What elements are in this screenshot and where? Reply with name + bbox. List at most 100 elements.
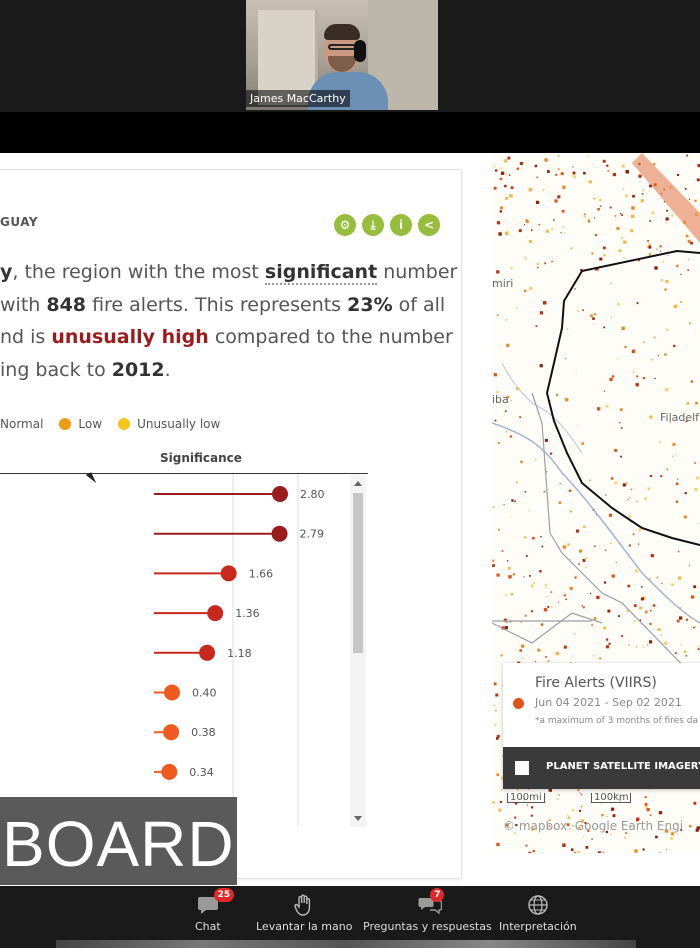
fire-alert-point (664, 353, 667, 356)
chart-scrollbar[interactable] (350, 475, 366, 827)
fire-alert-point (506, 343, 510, 347)
fire-alert-point (607, 248, 609, 250)
fire-alert-point (561, 209, 565, 213)
fire-alert-point (505, 231, 509, 235)
fire-alert-point (498, 808, 502, 812)
fire-alert-point (632, 371, 635, 373)
raise-hand-button[interactable]: Levantar la mano (256, 886, 352, 948)
fire-alert-point (544, 262, 547, 265)
fire-alert-point (585, 566, 587, 568)
fire-alert-point (662, 260, 665, 263)
fire-alert-point (538, 223, 541, 226)
lollipop-point[interactable] (163, 724, 180, 741)
fire-alert-point (622, 483, 626, 487)
lollipop-point[interactable] (161, 763, 178, 780)
map-place-label: Filadelf (660, 411, 700, 424)
fire-alert-point (695, 401, 698, 405)
fire-alert-point (635, 646, 637, 648)
fire-alert-point (516, 167, 520, 170)
fire-alert-point (618, 615, 620, 618)
shared-screen: GUAY ⚙ ⤓ i < y, the region with the most… (0, 153, 700, 886)
scroll-thumb[interactable] (353, 493, 363, 653)
board-overlay: BOARD (0, 797, 237, 885)
fire-alert-point (532, 849, 535, 853)
lollipop-point[interactable] (272, 486, 288, 502)
fire-alert-point (649, 640, 653, 644)
fire-alert-point (550, 452, 553, 455)
planet-imagery-toggle[interactable]: PLANET SATELLITE IMAGERY (T (503, 747, 700, 789)
interpretation-button[interactable]: Interpretación (499, 886, 577, 948)
fire-alert-point (495, 710, 497, 712)
fire-alert-point (564, 232, 566, 234)
fire-alert-point (550, 591, 553, 593)
fire-alert-point (495, 737, 499, 740)
fire-alert-point (661, 582, 663, 585)
fire-alert-point (545, 586, 547, 588)
planet-checkbox[interactable] (515, 761, 529, 775)
fire-alert-point (617, 303, 620, 306)
lollipop-point[interactable] (220, 565, 237, 582)
fire-alert-point (555, 173, 558, 176)
fire-alert-point (646, 807, 650, 812)
fire-alert-point (571, 809, 575, 812)
lollipop-point[interactable] (207, 605, 224, 622)
fire-alert-point (622, 188, 625, 190)
fire-alert-point (524, 536, 527, 539)
fire-alert-point (694, 625, 697, 628)
fire-alert-point (507, 560, 509, 562)
download-icon[interactable]: ⤓ (362, 214, 384, 236)
settings-icon[interactable]: ⚙ (334, 214, 356, 236)
fire-alert-point (610, 807, 615, 811)
map-attribution: © mapbox ·Google Earth Engi (503, 819, 684, 833)
fire-alert-point (694, 330, 696, 332)
fire-alert-point (528, 240, 532, 244)
lollipop-point[interactable] (164, 684, 180, 701)
fire-alert-point (693, 626, 695, 629)
fire-alert-point (650, 554, 654, 558)
scroll-up-icon[interactable] (354, 481, 362, 486)
chat-badge: 25 (213, 888, 234, 902)
fire-alert-point (658, 811, 663, 815)
lollipop-point[interactable] (271, 525, 288, 542)
fire-alert-point (551, 228, 553, 230)
fire-alert-point (594, 313, 597, 316)
fire-alert-point (623, 240, 627, 244)
fire-alert-point (526, 804, 529, 806)
river (492, 422, 700, 624)
lollipop-point[interactable] (199, 644, 216, 661)
fire-alert-point (649, 474, 652, 478)
fire-alert-point (567, 543, 570, 546)
fire-alert-point (520, 460, 523, 464)
fire-alert-point (530, 610, 533, 613)
fire-alert-point (644, 796, 647, 799)
share-icon[interactable]: < (418, 214, 440, 236)
value-label: 1.66 (249, 567, 274, 580)
scroll-down-icon[interactable] (354, 816, 362, 821)
significance-chart: 2.80 2.79 1.66 1.36 1.18 0.40 0.38 0.34 (0, 473, 368, 826)
scale-bar-mi: 100mi (507, 793, 545, 803)
speaker-name-label: James MacCarthy (246, 90, 350, 107)
fire-alert-point (675, 500, 678, 503)
fire-alert-point (499, 177, 503, 181)
fire-alert-point (531, 806, 534, 809)
fire-alert-point (534, 164, 538, 168)
chat-button[interactable]: 25 Chat (195, 886, 234, 948)
fire-dot-icon (513, 698, 524, 709)
globe-icon (526, 894, 550, 916)
fire-alert-point (665, 221, 667, 224)
fire-alert-point (676, 264, 679, 266)
fire-alert-point (632, 194, 635, 198)
fire-alert-point (493, 373, 497, 377)
fire-alert-point (638, 528, 642, 532)
fire-alert-point (614, 215, 617, 217)
fire-alert-point (694, 199, 697, 203)
qa-button[interactable]: 7 Preguntas y respuestas (363, 886, 492, 948)
fire-alert-point (587, 218, 590, 222)
fire-alert-point (647, 644, 649, 646)
fire-alert-point (530, 814, 533, 817)
fire-alert-point (587, 155, 589, 157)
info-icon[interactable]: i (390, 214, 412, 236)
fire-alert-point (689, 564, 691, 566)
fire-alert-point (536, 176, 538, 178)
fire-alert-point (650, 358, 653, 361)
